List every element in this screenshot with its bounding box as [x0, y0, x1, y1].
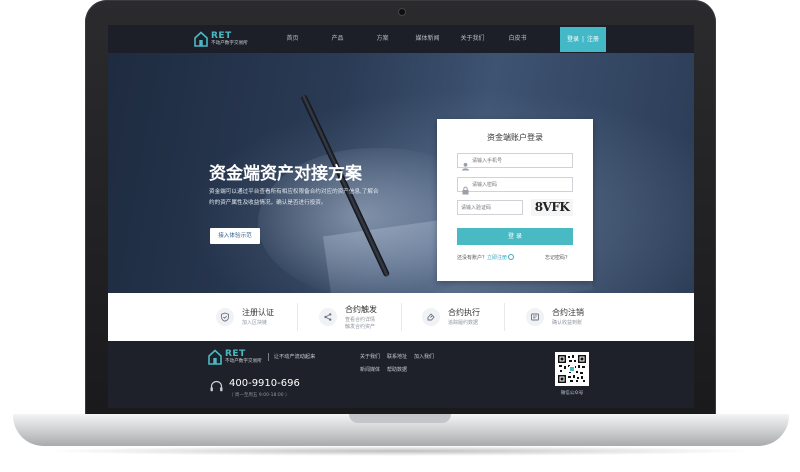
execute-icon — [422, 308, 440, 326]
divider — [504, 303, 505, 331]
divider — [297, 303, 298, 331]
nav-item-about[interactable]: 关于我们 — [450, 25, 495, 53]
register-link[interactable]: 立即注册 — [487, 255, 507, 261]
laptop-notch — [349, 414, 451, 423]
login-register-button: 登录 | 注册 — [560, 27, 606, 52]
nav-menu: 首页 产品 方案 媒体新闻 关于我们 白皮书 — [270, 25, 540, 53]
footer-link-join[interactable]: 加入我们 — [414, 353, 434, 360]
user-icon — [461, 156, 470, 171]
feature-subtitle: 触发合约资产 — [345, 323, 376, 330]
footer-link-address[interactable]: 联系地址 — [387, 353, 407, 360]
phone-field — [457, 153, 573, 171]
feature-execute[interactable]: 合约执行 追踪履约数据 — [422, 293, 480, 341]
footer-slogan: 让不动产流动起来 — [267, 353, 315, 361]
footer-link-help[interactable]: 帮助数据 — [387, 366, 407, 373]
feature-title: 合约触发 — [345, 304, 377, 314]
login-title: 资金端账户登录 — [487, 133, 543, 142]
footer-links: 关于我们 联系地址 加入我们 新闻媒体 帮助数据 — [360, 353, 434, 373]
nav-login-link[interactable]: 登录 — [567, 27, 579, 52]
footer-hours: （ 周一至周五 9:00-18:00 ） — [229, 393, 290, 398]
lock-icon — [461, 180, 470, 195]
shield-icon — [216, 308, 234, 326]
password-field — [457, 177, 573, 195]
house-logo-icon — [208, 349, 222, 365]
laptop-screen: RET 不动产数字交易所 首页 产品 方案 媒体新闻 关于我们 白皮书 登录 |… — [108, 25, 694, 408]
feature-trigger[interactable]: 合约触发 查看合约详情 触发合约资产 — [319, 293, 377, 341]
top-nav: RET 不动产数字交易所 首页 产品 方案 媒体新闻 关于我们 白皮书 登录 |… — [108, 25, 694, 53]
footer-link-about[interactable]: 关于我们 — [360, 353, 380, 360]
nav-item-news[interactable]: 媒体新闻 — [405, 25, 450, 53]
nav-item-home[interactable]: 首页 — [270, 25, 315, 53]
nav-item-products[interactable]: 产品 — [315, 25, 360, 53]
forgot-password-link[interactable]: 忘记密码？ — [545, 254, 570, 261]
hero-description: 资金端可以通过平台查看所有相应权限备合约对应的资产信息,了解合约的资产属性及收益… — [209, 189, 379, 206]
nav-login-separator: | — [581, 36, 585, 43]
login-card: 资金端账户登录 8VFK 登 录 还没有账户？立即注册 — [437, 119, 593, 281]
features-strip: 注册认证 加入区块链 合约触发 查看合约详情 触发合约资产 合约执行 追踪履约数… — [108, 293, 694, 341]
footer-link-news[interactable]: 新闻媒体 — [360, 366, 380, 373]
house-logo-icon — [194, 31, 208, 47]
code-input[interactable] — [461, 202, 521, 213]
arrow-circle-icon[interactable] — [508, 254, 515, 260]
logo-subtitle: 不动产数字交易所 — [211, 40, 248, 46]
hero-title: 资金端资产对接方案 — [209, 164, 362, 184]
phone-input[interactable] — [472, 155, 570, 166]
footer-logo-text: RET 不动产数字交易所 — [225, 348, 262, 365]
footer-phone[interactable]: 400-9910-696 — [229, 378, 300, 390]
feature-subtitle: 确认收益到账 — [552, 320, 583, 326]
feature-subtitle: 查看合约详情 — [345, 316, 376, 323]
login-submit-button[interactable]: 登 录 — [457, 228, 573, 245]
footer-logo[interactable]: RET 不动产数字交易所 让不动产流动起来 — [208, 349, 315, 365]
wechat-qr-code — [555, 352, 589, 386]
feature-subtitle: 追踪履约数据 — [448, 320, 479, 326]
feature-title: 注册认证 — [242, 308, 274, 317]
feature-cancel[interactable]: 合约注销 确认收益到账 — [526, 293, 584, 341]
share-icon — [319, 308, 337, 326]
register-prompt: 还没有账户？立即注册 — [457, 254, 515, 261]
feature-title: 合约注销 — [552, 308, 584, 317]
footer-logo-subtitle: 不动产数字交易所 — [225, 358, 262, 364]
footer-contact: 400-9910-696 （ 周一至周五 9:00-18:00 ） — [209, 378, 300, 398]
camera-icon — [399, 9, 405, 15]
nav-item-solutions[interactable]: 方案 — [360, 25, 405, 53]
code-field — [457, 200, 523, 215]
site-footer: RET 不动产数字交易所 让不动产流动起来 400-9910-696 （ 周一至… — [108, 341, 694, 408]
card-icon — [526, 308, 544, 326]
hero-banner: 资金端资产对接方案 资金端可以通过平台查看所有相应权限备合约对应的资产信息,了解… — [108, 53, 694, 293]
site-logo[interactable]: RET 不动产数字交易所 — [194, 30, 248, 48]
feature-register[interactable]: 注册认证 加入区块链 — [216, 293, 274, 341]
demo-button[interactable]: 接入体验示范 — [210, 228, 260, 244]
logo-text: RET 不动产数字交易所 — [211, 30, 248, 47]
nav-item-whitepaper[interactable]: 白皮书 — [495, 25, 540, 53]
feature-title: 合约执行 — [448, 308, 480, 317]
logo-title: RET — [211, 30, 232, 41]
nav-register-link[interactable]: 注册 — [587, 27, 599, 52]
divider — [401, 303, 402, 331]
footer-logo-title: RET — [225, 348, 246, 359]
captcha-image[interactable]: 8VFK — [531, 199, 573, 216]
qr-label: 微信公众号 — [560, 391, 584, 396]
no-account-text: 还没有账户？ — [457, 255, 488, 261]
headset-icon — [209, 379, 224, 394]
feature-subtitle: 加入区块链 — [242, 320, 268, 326]
laptop-shadow — [40, 446, 760, 456]
password-input[interactable] — [472, 179, 570, 190]
